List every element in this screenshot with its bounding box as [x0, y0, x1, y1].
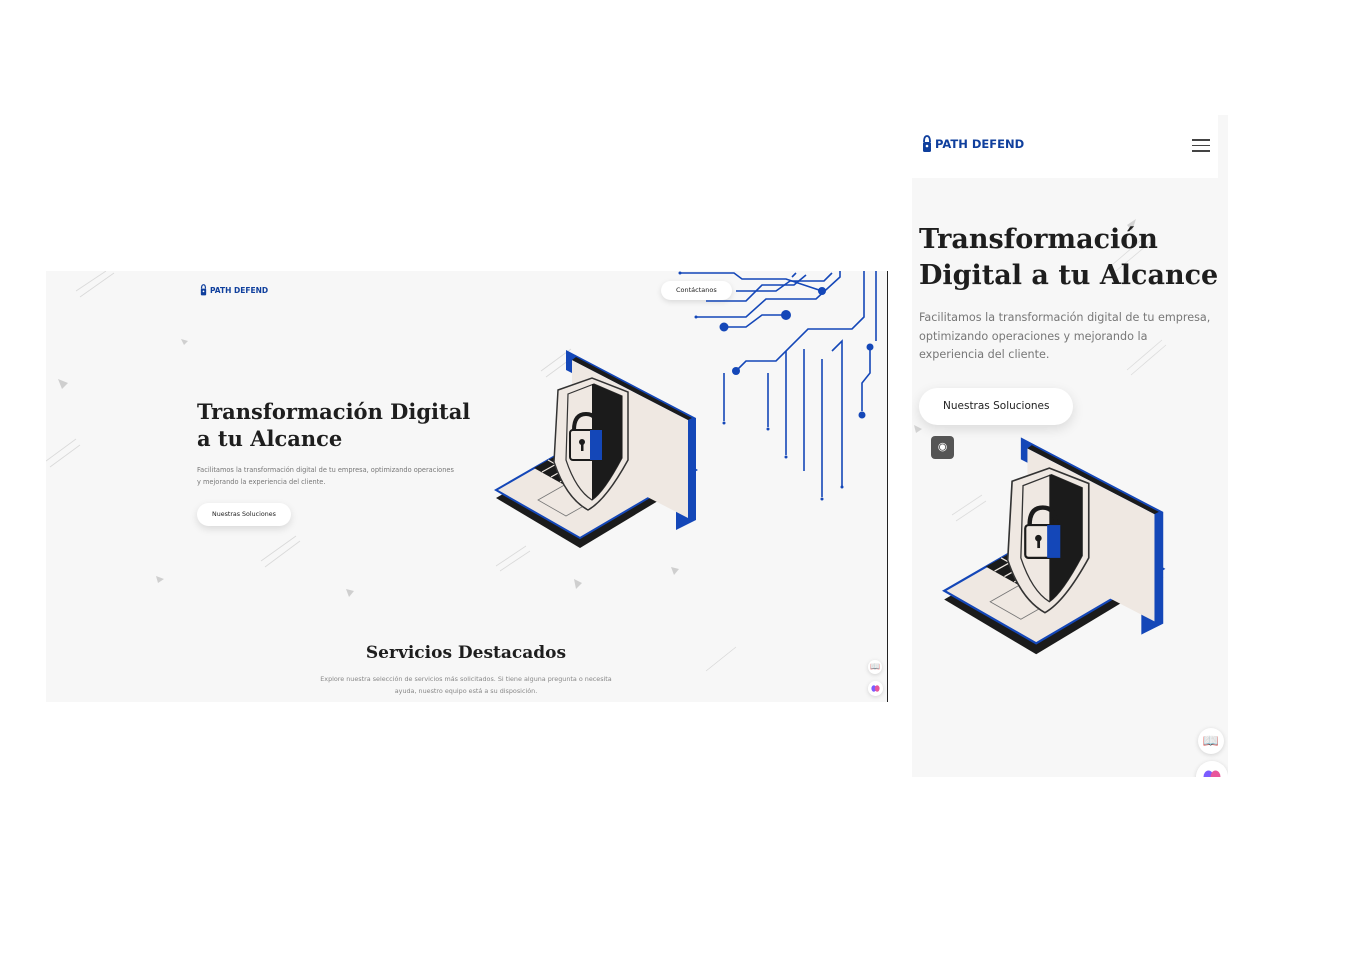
- mobile-header: PATH DEFEND: [912, 115, 1218, 178]
- section-title: Servicios Destacados: [365, 643, 567, 663]
- hero-subtitle: Facilitamos la transformación digital de…: [919, 311, 1211, 361]
- brand-logo[interactable]: PATH DEFEND: [922, 135, 1024, 153]
- circuit-lines-illustration: [678, 271, 877, 501]
- solutions-button[interactable]: Nuestras Soluciones: [919, 388, 1074, 425]
- book-icon[interactable]: 📖: [868, 660, 882, 674]
- logo-icon: [200, 284, 207, 296]
- desktop-preview: PATH DEFEND Contáctanos Transformación D…: [46, 271, 888, 702]
- hero-subtitle: Facilitamos la transformación digital de…: [197, 466, 454, 486]
- section-subtitle: Explore nuestra selección de servicios m…: [320, 675, 612, 695]
- book-icon[interactable]: 📖: [1198, 728, 1224, 754]
- logo-icon: [923, 135, 931, 152]
- brand-logo[interactable]: PATH DEFEND: [200, 284, 268, 296]
- hero-title: Transformación Digital a tu Alcance: [919, 224, 1219, 291]
- brain-icon[interactable]: [868, 681, 883, 696]
- hero-title: Transformación Digital a tu Alcance: [197, 399, 471, 451]
- logo-text: PATH DEFEND: [210, 285, 269, 295]
- logo-text: PATH DEFEND: [935, 137, 1025, 151]
- hamburger-menu-icon[interactable]: [1192, 139, 1210, 153]
- security-laptop-illustration: [942, 433, 1172, 685]
- solutions-button[interactable]: Nuestras Soluciones: [197, 503, 291, 526]
- mobile-preview: PATH DEFEND Transformación Digital a tu …: [912, 115, 1228, 777]
- security-laptop-illustration: [494, 348, 698, 550]
- brain-badge-icon[interactable]: ◉: [931, 436, 954, 459]
